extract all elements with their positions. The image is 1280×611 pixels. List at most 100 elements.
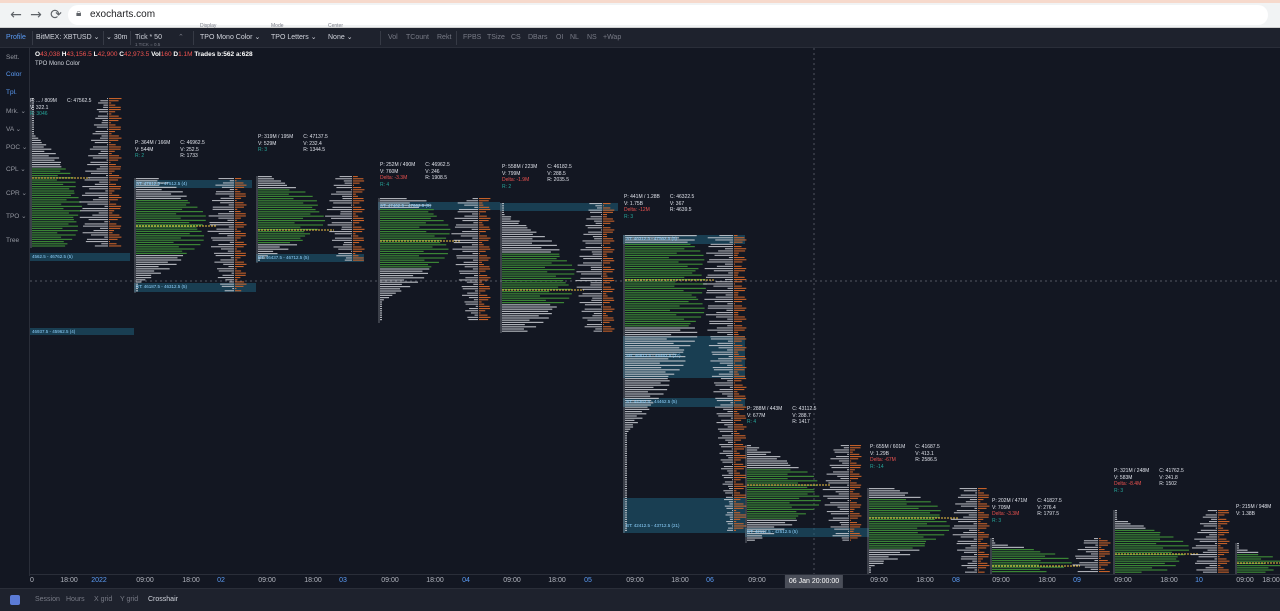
profile-stats: P: 215M / 948M V: 1.38B	[1236, 504, 1280, 517]
volume-bar	[974, 554, 977, 556]
delta-bar	[109, 115, 119, 117]
profile-stat-line: C: 46182.5	[547, 164, 572, 170]
toggle-oi[interactable]: OI	[556, 28, 563, 48]
volume-bar	[1072, 564, 1098, 566]
session-toggle[interactable]: Session	[35, 596, 60, 603]
tpo-row	[136, 248, 195, 250]
volume-bar	[333, 246, 352, 248]
tpo-row	[32, 227, 63, 229]
volume-bar	[467, 316, 478, 318]
discord-icon[interactable]	[10, 595, 20, 605]
reload-icon[interactable]: ⟳	[48, 7, 64, 23]
tpo-row	[625, 367, 662, 369]
sidebar-item-tpo[interactable]: TPO ⌄	[6, 212, 27, 220]
delta-bar	[109, 148, 121, 150]
sidebar-item-value-area[interactable]: VA ⌄	[6, 125, 21, 133]
time-axis[interactable]: 0 18:00 2022 09:00 18:00 02 09:00 18:00 03 09:00 1…	[30, 574, 1280, 588]
volume-bar	[351, 235, 352, 237]
sidebar-item-poc[interactable]: POC ⌄	[6, 143, 27, 151]
tpo-row	[625, 316, 702, 318]
tpo-chart-area[interactable]: O43,038 H43,156.5 L42,900 C42,973.5 Vol1…	[30, 48, 1280, 576]
delta-bar	[603, 231, 613, 233]
profile-button[interactable]: Profile	[6, 28, 26, 48]
symbol-selector[interactable]: BitMEX: XBTUSD ⌄	[36, 28, 99, 48]
display-style-dropdown[interactable]: Display TPO Mono Color ⌄	[200, 23, 260, 48]
tpo-row	[625, 413, 647, 415]
volume-bar	[99, 181, 108, 183]
sidebar-item-color[interactable]: Color	[6, 71, 22, 78]
sidebar-item-cpr[interactable]: CPR ⌄	[6, 189, 27, 197]
time-axis-tick: 18:00	[671, 577, 689, 584]
sidebar-item-settings[interactable]: Sett.	[6, 54, 19, 61]
tpo-row	[258, 180, 282, 182]
delta-bar	[734, 400, 742, 402]
delta-bar	[978, 503, 988, 505]
tpo-row	[869, 505, 938, 507]
crosshair-toggle[interactable]: Crosshair	[148, 596, 178, 603]
volume-bar	[961, 556, 977, 558]
volume-bar	[712, 367, 733, 369]
delta-bar	[603, 291, 613, 293]
volume-bar	[576, 286, 602, 288]
delta-bar	[353, 215, 359, 217]
tick-size-control[interactable]: Tick * 50 1 TICK = 0.5	[135, 28, 162, 48]
volume-bar	[830, 513, 849, 515]
tpo-row	[1115, 547, 1164, 549]
address-bar[interactable]: 🔒︎ exocharts.com	[68, 5, 1268, 25]
delta-bar	[603, 288, 615, 290]
delta-bar	[109, 208, 121, 210]
back-icon[interactable]: ←	[8, 7, 24, 23]
tpo-row	[32, 166, 62, 168]
toggle-rekt[interactable]: Rekt	[437, 28, 451, 48]
toggle-vwap[interactable]: +Wap	[603, 28, 621, 48]
profile-stats-left: P: 319M / 195M V: 529M R: 3	[258, 134, 293, 154]
tpo-row	[625, 485, 627, 487]
volume-bar	[218, 270, 234, 272]
toggle-cs[interactable]: CS	[511, 28, 521, 48]
profile-stat-line: R: 3	[624, 213, 634, 220]
sidebar-item-template[interactable]: Tpl.	[6, 89, 17, 96]
mode-dropdown[interactable]: Mode TPO Letters ⌄	[271, 23, 317, 48]
volume-bar	[1209, 521, 1217, 523]
delta-bar	[734, 470, 737, 472]
forward-icon[interactable]: →	[28, 7, 44, 23]
timeframe-selector[interactable]: ⌄ 30m	[106, 28, 127, 48]
volume-bar	[726, 455, 733, 457]
tpo-row	[502, 275, 556, 277]
toggle-ns[interactable]: NS	[587, 28, 597, 48]
x-grid-toggle[interactable]: X grid	[94, 596, 112, 603]
toggle-tcount[interactable]: TCount	[406, 28, 429, 48]
sidebar-item-cpl[interactable]: CPL ⌄	[6, 165, 26, 173]
volume-bar	[725, 514, 733, 516]
delta-bar	[1218, 525, 1221, 527]
volume-bar	[727, 364, 733, 366]
volume-bar	[706, 252, 733, 254]
toggle-tsize[interactable]: TSize	[487, 28, 505, 48]
tpo-row	[625, 248, 685, 250]
tpo-row	[1115, 516, 1117, 518]
y-grid-toggle[interactable]: Y grid	[120, 596, 138, 603]
delta-bar	[353, 204, 355, 206]
sidebar-item-markers[interactable]: Mrk. ⌄	[6, 107, 26, 115]
hours-toggle[interactable]: Hours	[66, 596, 85, 603]
volume-bar	[453, 239, 478, 241]
tpo-row	[1115, 551, 1172, 553]
volume-bar	[90, 234, 108, 236]
tpo-row	[625, 323, 691, 325]
stepper-icon[interactable]: ⌃	[178, 28, 184, 48]
profile-stat-line: R: 1502	[1159, 481, 1177, 487]
tpo-row	[32, 181, 76, 183]
toggle-fpbs[interactable]: FPBS	[463, 28, 481, 48]
centre-dropdown[interactable]: Center None ⌄	[328, 23, 353, 48]
delta-bar	[734, 314, 739, 316]
sidebar-item-tree[interactable]: Tree	[6, 237, 19, 244]
tpo-row	[625, 250, 701, 252]
delta-bar	[479, 305, 490, 307]
tpo-chart-canvas[interactable]	[30, 48, 1280, 574]
delta-bar	[109, 104, 116, 106]
toggle-nl[interactable]: NL	[570, 28, 579, 48]
delta-bar	[603, 247, 611, 249]
toggle-vol[interactable]: Vol	[388, 28, 398, 48]
tpo-row	[869, 494, 905, 496]
toggle-dbars[interactable]: DBars	[528, 28, 547, 48]
